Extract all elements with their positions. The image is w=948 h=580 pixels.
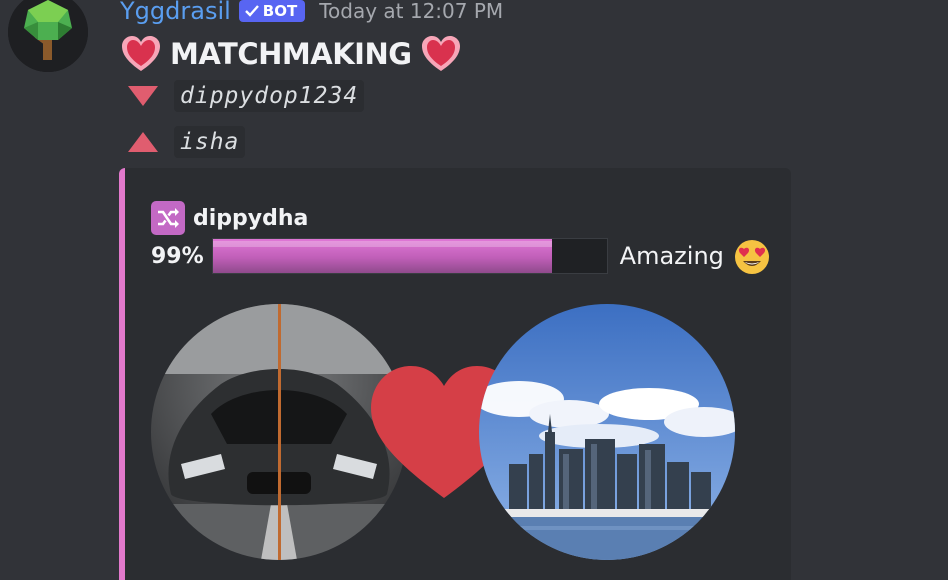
inline-code-username: isha: [174, 126, 246, 158]
city-skyline-image[interactable]: [479, 304, 735, 560]
progress-shine: [212, 241, 552, 247]
shuffle-icon: [151, 201, 185, 235]
heart-icon: [421, 36, 460, 71]
compatibility-score: 99% Amazing: [151, 236, 772, 276]
message-title: MATCHMAKING: [170, 37, 412, 71]
message-timestamp[interactable]: Today at 12:07 PM: [319, 0, 503, 23]
compatibility-progress-bar: [211, 238, 608, 274]
user-line-down: dippydop1234: [126, 80, 365, 112]
compatibility-percent: 99%: [151, 243, 204, 269]
message-header: Yggdrasil BOT Today at 12:07 PM: [120, 0, 503, 28]
embed-accent-bar: [119, 168, 125, 580]
user-line-up: isha: [126, 126, 246, 158]
embed-author-name[interactable]: dippydha: [193, 206, 308, 231]
inline-code-username: dippydop1234: [174, 80, 365, 112]
red-triangle-up-icon: [128, 132, 158, 152]
heart-icon: [122, 36, 160, 71]
matchmaking-embed: dippydha 99% Amazing: [119, 168, 791, 580]
bot-avatar[interactable]: [8, 0, 88, 72]
embed-author: dippydha: [151, 201, 308, 235]
bot-badge: BOT: [238, 0, 306, 22]
compatibility-rating: Amazing: [619, 242, 724, 270]
chat-message: Yggdrasil BOT Today at 12:07 PM MATCHMAK…: [0, 0, 948, 580]
red-triangle-down-icon: [128, 86, 158, 106]
match-images: [151, 304, 741, 564]
bot-badge-label: BOT: [262, 1, 298, 20]
tree-icon: [8, 0, 88, 72]
message-title-line: MATCHMAKING: [120, 34, 462, 74]
heart-eyes-emoji: [734, 240, 769, 274]
verified-check-icon: [244, 4, 259, 17]
bot-username[interactable]: Yggdrasil: [120, 0, 231, 25]
